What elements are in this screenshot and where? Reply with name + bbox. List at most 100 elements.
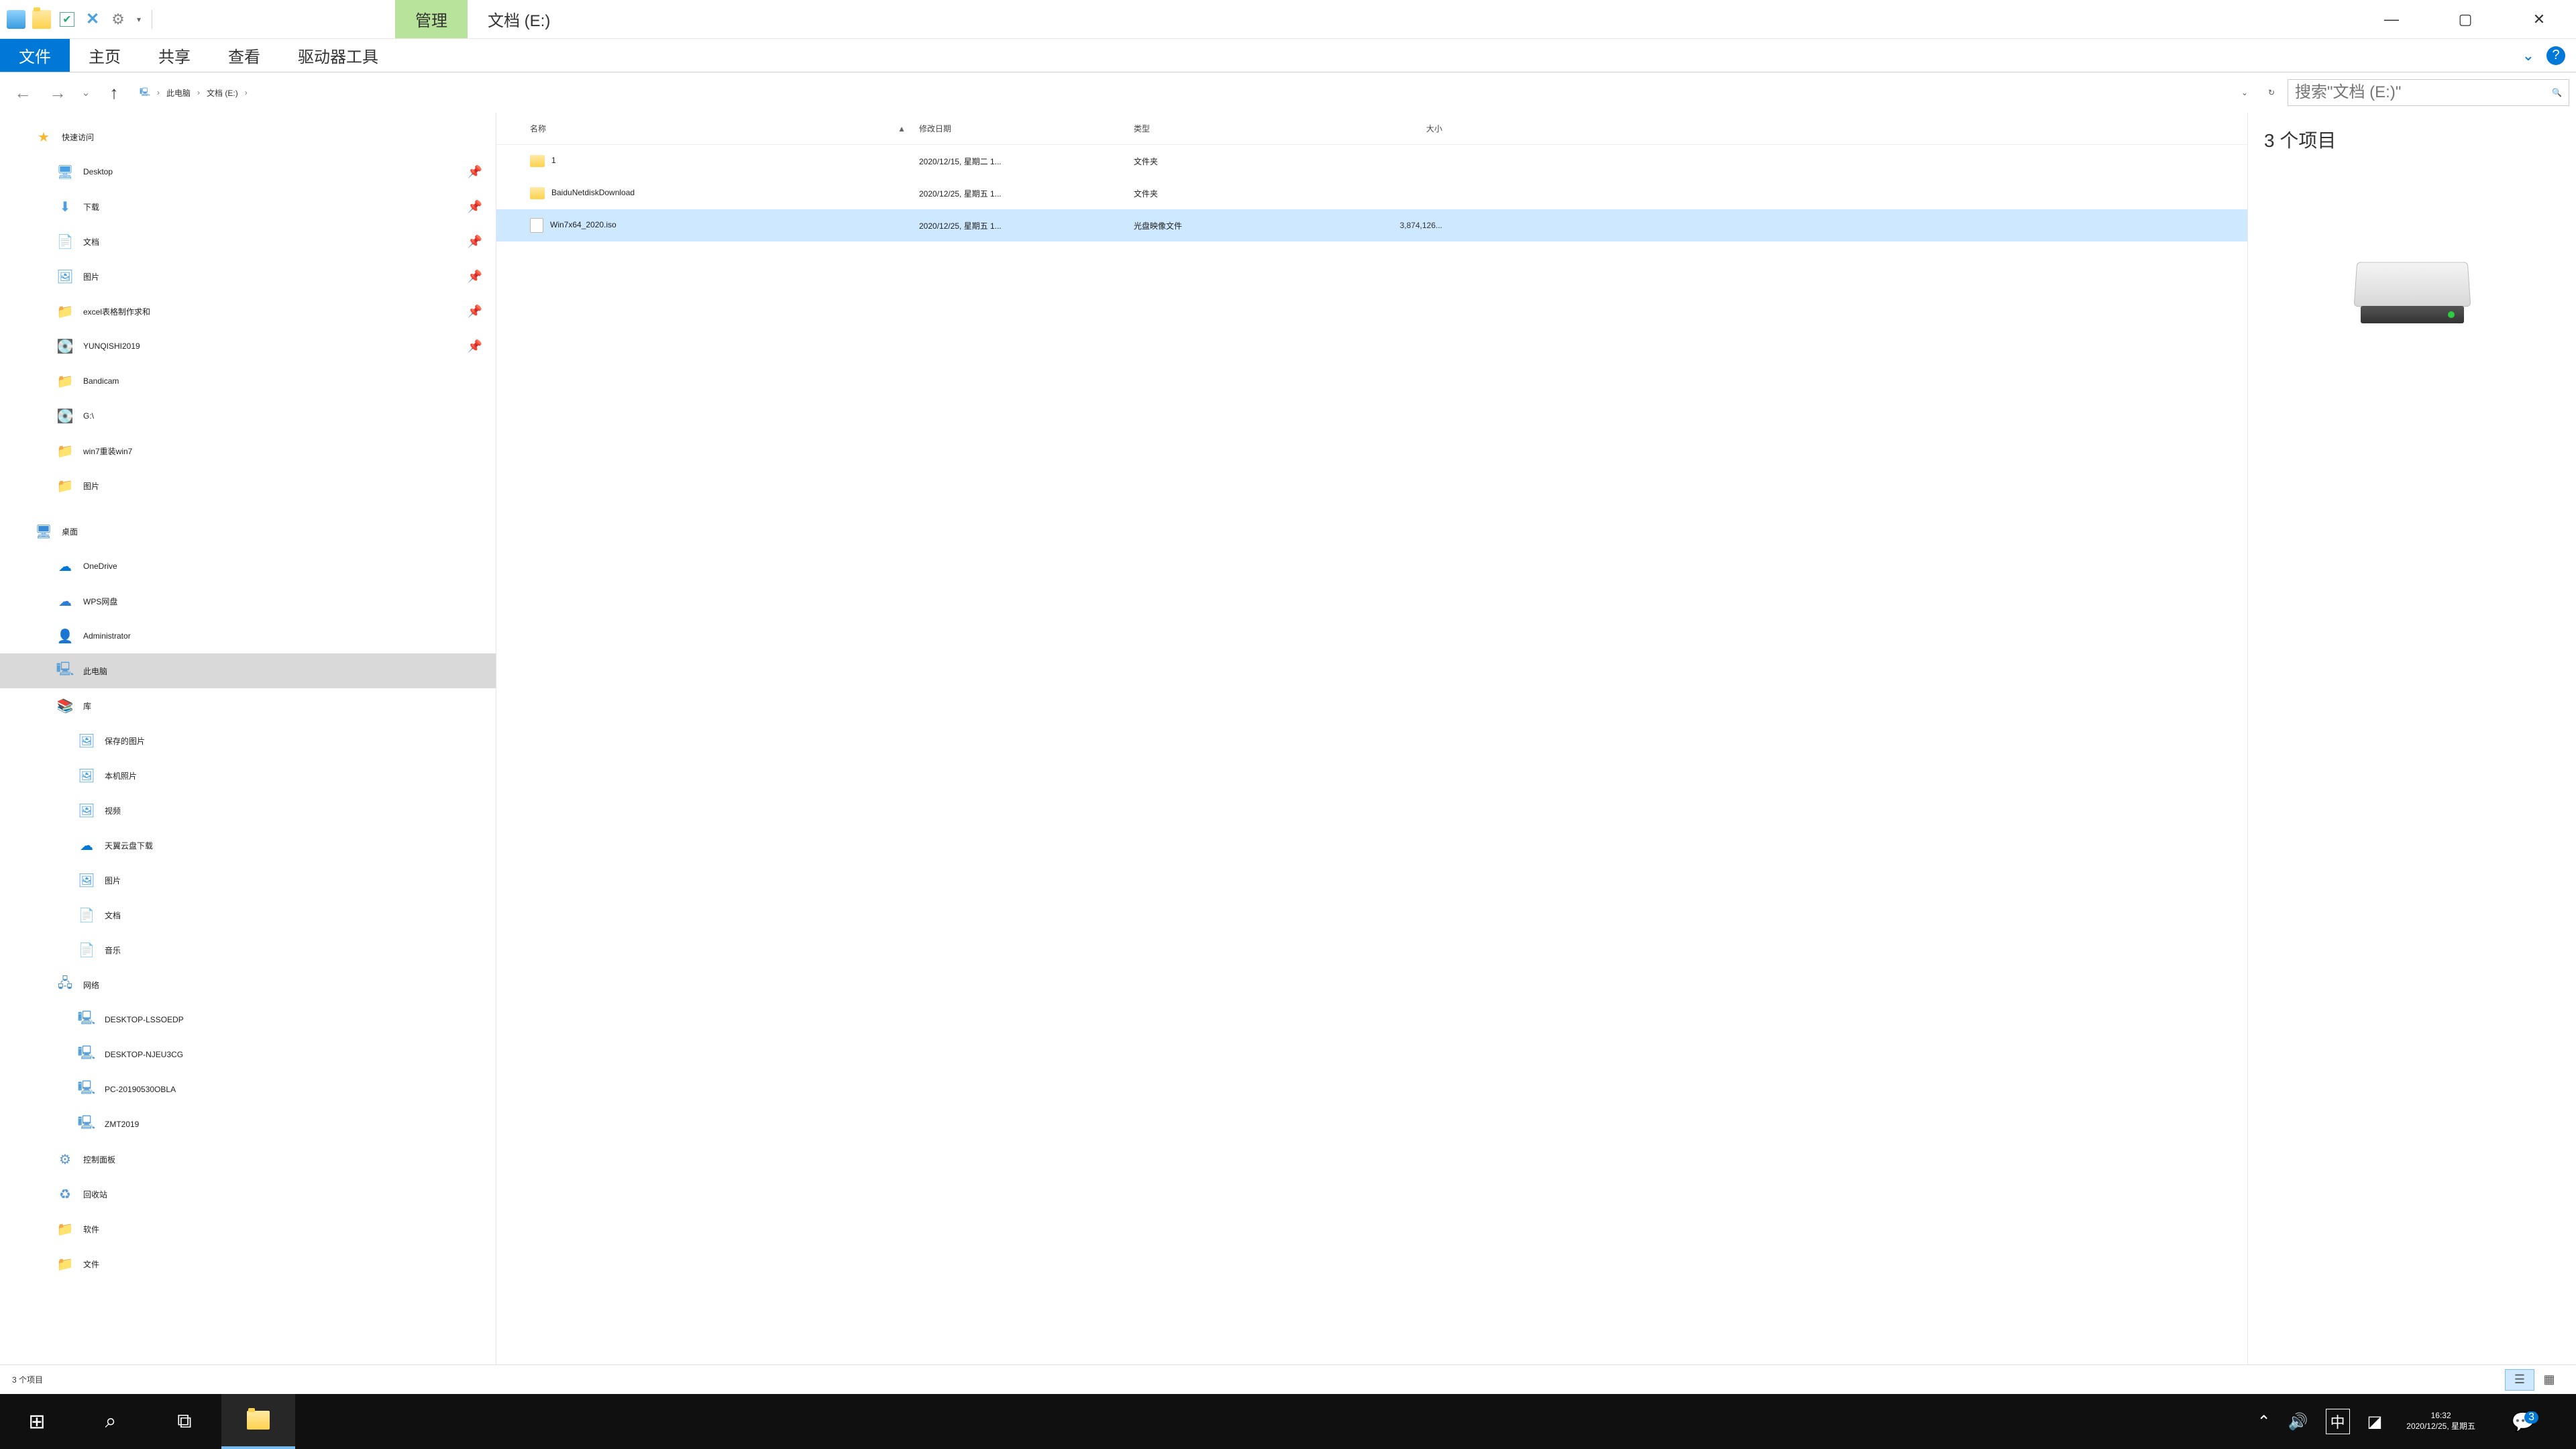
column-date[interactable]: 修改日期	[912, 123, 1127, 134]
drive-icon	[2355, 260, 2469, 327]
nav-item[interactable]: 🖳 此电脑	[0, 653, 496, 688]
nav-item[interactable]: ☁ WPS网盘	[0, 584, 496, 619]
nav-item[interactable]: 🖳 DESKTOP-LSSOEDP	[0, 1002, 496, 1037]
nav-item[interactable]: 🖼 保存的图片	[0, 723, 496, 758]
qat-properties-icon[interactable]: ✔	[56, 9, 78, 30]
chevron-right-icon[interactable]: ›	[157, 88, 160, 97]
tray-overflow-icon[interactable]: ⌃	[2257, 1412, 2271, 1432]
file-row[interactable]: 1 2020/12/15, 星期二 1... 文件夹	[496, 145, 2247, 177]
nav-quick-access[interactable]: ★ 快速访问	[0, 119, 496, 154]
nav-item[interactable]: 📁 win7重装win7	[0, 433, 496, 468]
search-input[interactable]	[2295, 83, 2552, 102]
nav-item[interactable]: ⚙ 控制面板	[0, 1142, 496, 1177]
nav-item[interactable]: 🖳 PC-20190530OBLA	[0, 1072, 496, 1107]
clock-time: 16:32	[2431, 1411, 2451, 1421]
column-name[interactable]: 名称▲	[523, 123, 912, 134]
tab-view[interactable]: 查看	[209, 39, 279, 72]
nav-item[interactable]: 🖼 本机照片	[0, 758, 496, 793]
nav-label: 图片	[105, 875, 121, 886]
nav-up-button[interactable]: ↑	[98, 79, 130, 106]
tab-file[interactable]: 文件	[0, 39, 70, 72]
help-icon[interactable]: ?	[2546, 46, 2565, 65]
tab-home[interactable]: 主页	[70, 39, 140, 72]
tray-app-icon[interactable]: ◪	[2367, 1412, 2383, 1432]
nav-item[interactable]: 📄 文档	[0, 898, 496, 932]
nav-item[interactable]: ⬇ 下载📌	[0, 189, 496, 224]
ic-wps-icon: ☁	[55, 592, 75, 610]
nav-label: OneDrive	[83, 561, 117, 571]
task-view-button[interactable]: ⧉	[148, 1394, 221, 1449]
close-button[interactable]: ✕	[2502, 0, 2576, 38]
start-button[interactable]: ⊞	[0, 1394, 74, 1449]
nav-item[interactable]: ☁ 天翼云盘下载	[0, 828, 496, 863]
nav-item[interactable]: 💽 G:\	[0, 398, 496, 433]
nav-network[interactable]: 🖧 网络	[0, 967, 496, 1002]
file-row[interactable]: Win7x64_2020.iso 2020/12/25, 星期五 1... 光盘…	[496, 209, 2247, 241]
nav-history-dropdown[interactable]: ⌄	[76, 79, 95, 106]
maximize-button[interactable]: ▢	[2428, 0, 2502, 38]
breadcrumb[interactable]: 🖳 › 此电脑 › 文档 (E:) ›	[133, 79, 2231, 106]
nav-item[interactable]: 📁 文件	[0, 1246, 496, 1281]
nav-item[interactable]: 📁 图片	[0, 468, 496, 503]
nav-item[interactable]: 📚 库	[0, 688, 496, 723]
nav-item[interactable]: 🖼 视频	[0, 793, 496, 828]
taskbar-explorer[interactable]	[221, 1394, 295, 1449]
tab-share[interactable]: 共享	[140, 39, 209, 72]
pin-icon: 📌	[468, 200, 482, 214]
clock-date: 2020/12/25, 星期五	[2406, 1421, 2475, 1432]
breadcrumb-pc[interactable]: 此电脑	[166, 87, 191, 99]
minimize-button[interactable]: —	[2355, 0, 2428, 38]
ic-user-icon: 👤	[55, 627, 75, 645]
nav-item[interactable]: 🖳 ZMT2019	[0, 1107, 496, 1142]
ime-indicator[interactable]: 中	[2326, 1409, 2350, 1434]
ic-pc-icon: 🖳	[76, 1046, 97, 1063]
search-box[interactable]: 🔍	[2288, 79, 2569, 106]
qat-delete-icon[interactable]: ✕	[82, 9, 103, 30]
view-thumbnails-button[interactable]: ▦	[2534, 1369, 2564, 1391]
nav-item[interactable]: ☁ OneDrive	[0, 549, 496, 584]
qat-folder-icon[interactable]	[31, 9, 52, 30]
file-list[interactable]: 1 2020/12/15, 星期二 1... 文件夹 BaiduNetdiskD…	[496, 145, 2247, 1364]
nav-item[interactable]: 📄 文档📌	[0, 224, 496, 259]
nav-item[interactable]: 📄 音乐	[0, 932, 496, 967]
qat-settings-icon[interactable]: ⚙	[107, 9, 129, 30]
ribbon-expand-icon[interactable]: ⌄	[2522, 47, 2534, 64]
column-size[interactable]: 大小	[1301, 123, 1449, 134]
ic-pic-icon: 🖼	[76, 802, 97, 819]
nav-back-button[interactable]: ←	[7, 79, 39, 106]
action-center-button[interactable]: 💬 3	[2500, 1411, 2546, 1433]
clock[interactable]: 16:32 2020/12/25, 星期五	[2400, 1411, 2482, 1432]
qat-app-icon[interactable]	[5, 9, 27, 30]
file-row[interactable]: BaiduNetdiskDownload 2020/12/25, 星期五 1..…	[496, 177, 2247, 209]
refresh-icon[interactable]: ↻	[2258, 88, 2285, 97]
nav-forward-button[interactable]: →	[42, 79, 74, 106]
nav-label: excel表格制作求和	[83, 306, 150, 317]
nav-item[interactable]: 🖥 Desktop📌	[0, 154, 496, 189]
nav-item[interactable]: 📁 Bandicam	[0, 364, 496, 398]
nav-item[interactable]: 🖼 图片📌	[0, 259, 496, 294]
chevron-right-icon[interactable]: ›	[197, 88, 200, 97]
qat-dropdown-icon[interactable]: ▾	[133, 15, 145, 24]
view-details-button[interactable]: ☰	[2505, 1369, 2534, 1391]
ic-pc-icon: 🖳	[76, 1081, 97, 1098]
nav-item[interactable]: 📁 excel表格制作求和📌	[0, 294, 496, 329]
nav-item[interactable]: ♻ 回收站	[0, 1177, 496, 1212]
contextual-tab-manage[interactable]: 管理	[395, 0, 468, 38]
nav-item[interactable]: 📁 软件	[0, 1212, 496, 1246]
nav-item[interactable]: 🖼 图片	[0, 863, 496, 898]
nav-item[interactable]: 💽 YUNQISHI2019📌	[0, 329, 496, 364]
breadcrumb-drive[interactable]: 文档 (E:)	[207, 87, 238, 99]
volume-icon[interactable]: 🔊	[2288, 1412, 2308, 1432]
address-dropdown-icon[interactable]: ⌄	[2234, 88, 2255, 97]
pin-icon: 📌	[468, 235, 482, 249]
nav-item[interactable]: 👤 Administrator	[0, 619, 496, 653]
ic-folderic-icon: 📁	[55, 303, 75, 320]
search-button[interactable]: ⌕	[74, 1394, 148, 1449]
chevron-right-icon[interactable]: ›	[245, 88, 248, 97]
search-icon[interactable]: 🔍	[2552, 88, 2562, 97]
column-type[interactable]: 类型	[1127, 123, 1301, 134]
nav-item[interactable]: 🖳 DESKTOP-NJEU3CG	[0, 1037, 496, 1072]
nav-desktop[interactable]: 🖥 桌面	[0, 514, 496, 549]
tab-drive-tools[interactable]: 驱动器工具	[279, 39, 397, 72]
ic-folderic-icon: 📁	[55, 372, 75, 390]
